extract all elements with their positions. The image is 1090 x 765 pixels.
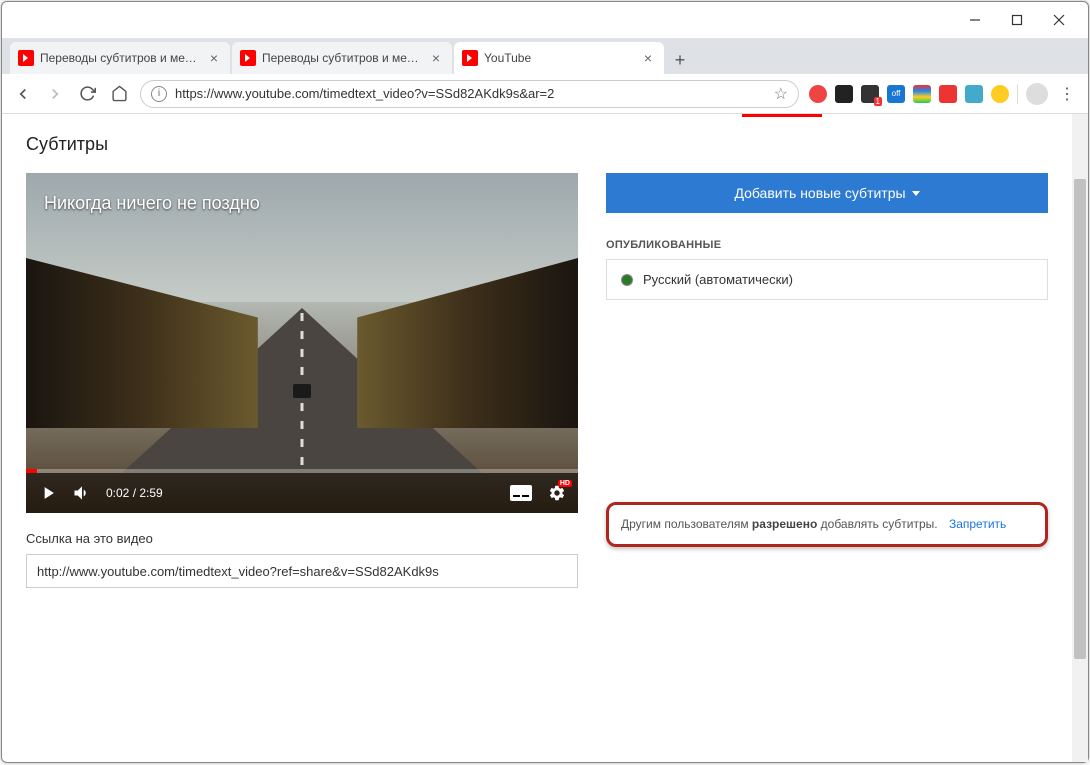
extension-icon[interactable] <box>809 85 827 103</box>
tab-title: Переводы субтитров и метадан <box>40 51 200 65</box>
profile-avatar[interactable] <box>1026 83 1048 105</box>
tab-title: Переводы субтитров и метадан <box>262 51 422 65</box>
video-frame <box>26 173 578 513</box>
close-tab-icon[interactable]: × <box>640 50 656 66</box>
published-label: ОПУБЛИКОВАННЫЕ <box>606 239 1048 251</box>
share-link-input[interactable] <box>26 554 578 588</box>
close-tab-icon[interactable]: × <box>206 50 222 66</box>
window-titlebar <box>2 2 1088 38</box>
settings-button[interactable]: HD <box>548 484 566 502</box>
extension-icon[interactable] <box>991 85 1009 103</box>
extension-icon[interactable] <box>835 85 853 103</box>
tab-title: YouTube <box>484 51 634 65</box>
permission-notice: Другим пользователям разрешено добавлять… <box>606 502 1048 547</box>
page-heading: Субтитры <box>26 134 1048 155</box>
new-tab-button[interactable]: + <box>666 46 694 74</box>
forward-button[interactable] <box>44 83 66 105</box>
time-display: 0:02 / 2:59 <box>106 486 163 500</box>
url-text: https://www.youtube.com/timedtext_video?… <box>175 86 766 101</box>
extension-icon[interactable] <box>965 85 983 103</box>
maximize-button[interactable] <box>996 6 1038 34</box>
back-button[interactable] <box>12 83 34 105</box>
minimize-button[interactable] <box>954 6 996 34</box>
video-controls: 0:02 / 2:59 HD <box>26 473 578 513</box>
hd-badge: HD <box>558 480 572 487</box>
youtube-icon <box>240 50 256 66</box>
extension-icon[interactable]: off <box>887 85 905 103</box>
status-dot-icon <box>621 274 633 286</box>
extension-icon[interactable] <box>939 85 957 103</box>
subtitles-button[interactable] <box>510 485 532 501</box>
youtube-icon <box>18 50 34 66</box>
browser-tab-3[interactable]: YouTube × <box>454 42 664 74</box>
address-bar: i https://www.youtube.com/timedtext_vide… <box>2 74 1088 114</box>
extension-icon[interactable]: 1 <box>861 85 879 103</box>
close-tab-icon[interactable]: × <box>428 50 444 66</box>
video-player[interactable]: Никогда ничего не поздно 0:02 / 2:59 HD <box>26 173 578 513</box>
browser-tab-1[interactable]: Переводы субтитров и метадан × <box>10 42 230 74</box>
language-item[interactable]: Русский (автоматически) <box>606 259 1048 300</box>
deny-link[interactable]: Запретить <box>949 517 1006 531</box>
extension-icon[interactable] <box>913 85 931 103</box>
home-button[interactable] <box>108 83 130 105</box>
site-info-icon[interactable]: i <box>151 86 167 102</box>
add-subtitles-button[interactable]: Добавить новые субтитры <box>606 173 1048 213</box>
page-content: Субтитры Никогда ничего не поздно <box>2 114 1072 762</box>
divider <box>1017 84 1018 104</box>
reload-button[interactable] <box>76 83 98 105</box>
browser-tab-2[interactable]: Переводы субтитров и метадан × <box>232 42 452 74</box>
scrollbar-thumb[interactable] <box>1074 179 1086 659</box>
play-button[interactable] <box>38 483 58 503</box>
menu-button[interactable]: ⋮ <box>1056 83 1078 105</box>
volume-button[interactable] <box>72 483 92 503</box>
active-tab-indicator <box>2 114 1072 125</box>
extension-icons: 1 off ⋮ <box>809 83 1078 105</box>
link-label: Ссылка на это видео <box>26 531 578 546</box>
tab-strip: Переводы субтитров и метадан × Переводы … <box>2 38 1088 74</box>
video-title-overlay: Никогда ничего не поздно <box>44 193 260 214</box>
close-window-button[interactable] <box>1038 6 1080 34</box>
language-name: Русский (автоматически) <box>643 272 793 287</box>
bookmark-star-icon[interactable]: ☆ <box>774 84 788 104</box>
scrollbar[interactable] <box>1072 114 1088 762</box>
youtube-icon <box>462 50 478 66</box>
url-input[interactable]: i https://www.youtube.com/timedtext_vide… <box>140 80 799 108</box>
